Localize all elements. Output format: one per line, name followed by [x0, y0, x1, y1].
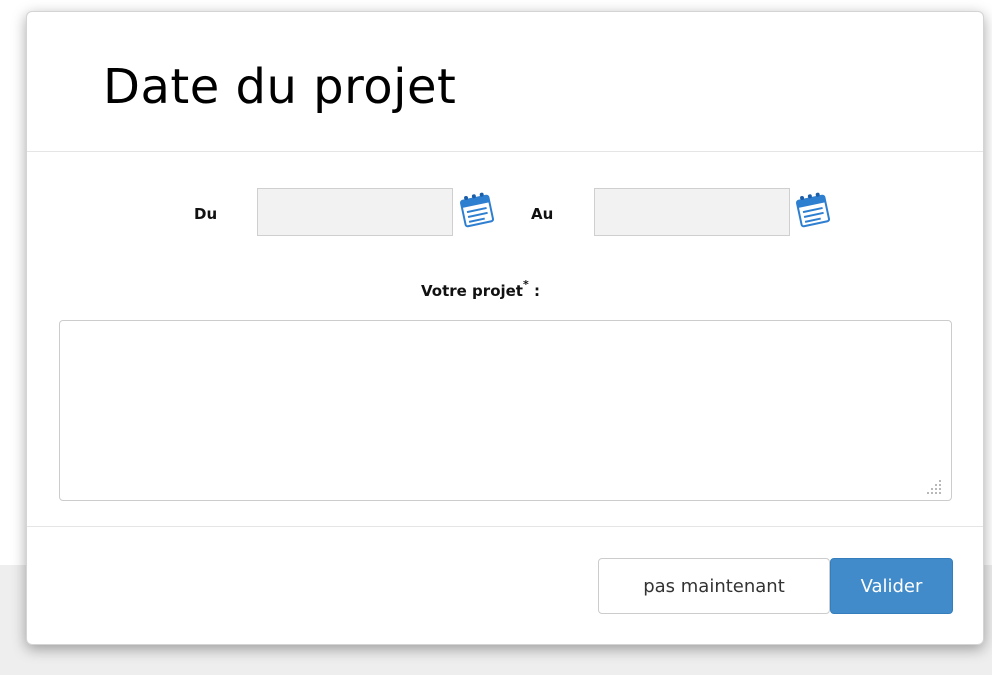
required-marker: *	[522, 278, 529, 291]
project-label-suffix: :	[528, 282, 540, 300]
calendar-icon[interactable]	[793, 190, 833, 232]
date-project-dialog: Date du projet Du Au Votre projet*: pas…	[26, 11, 984, 645]
project-label-text: Votre projet	[421, 282, 523, 300]
dialog-header: Date du projet	[27, 12, 983, 152]
resize-grip-icon[interactable]	[924, 477, 944, 497]
to-date-label: Au	[531, 205, 554, 223]
from-date-input[interactable]	[257, 188, 453, 236]
dialog-title: Date du projet	[103, 59, 457, 115]
project-textarea[interactable]	[59, 320, 952, 501]
from-date-label: Du	[194, 205, 218, 223]
project-label: Votre projet* :	[421, 278, 540, 300]
not-now-button[interactable]: pas maintenant	[598, 558, 830, 614]
footer-divider	[27, 526, 983, 527]
submit-button[interactable]: Valider	[830, 558, 953, 614]
to-date-input[interactable]	[594, 188, 790, 236]
calendar-icon[interactable]	[457, 190, 497, 232]
